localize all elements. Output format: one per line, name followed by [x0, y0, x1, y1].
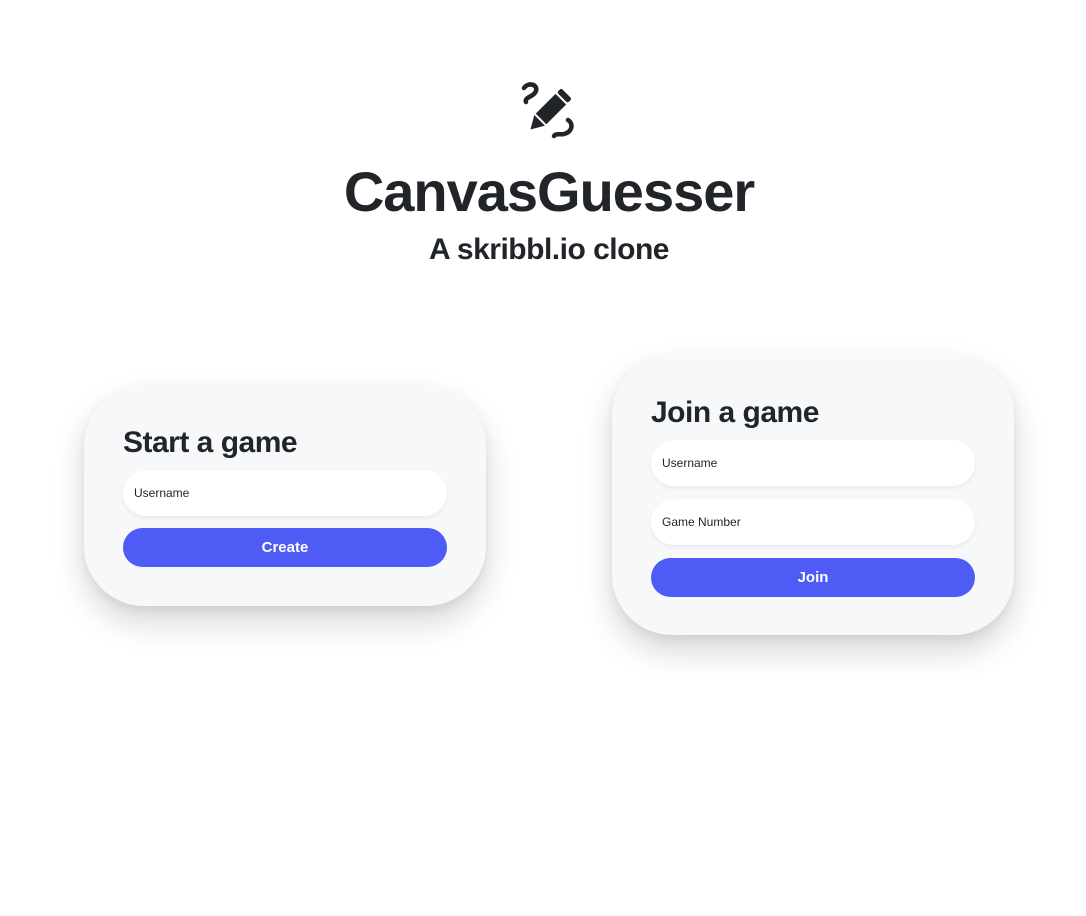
join-game-title: Join a game — [651, 396, 819, 429]
create-button[interactable]: Create — [123, 528, 447, 567]
start-username-input[interactable] — [123, 470, 447, 516]
game-number-input[interactable] — [651, 499, 975, 545]
start-game-card: Start a game Create — [84, 386, 486, 606]
app-subtitle: A skribbl.io clone — [429, 233, 669, 266]
join-game-card: Join a game Join — [612, 355, 1014, 635]
pencil-scribble-icon — [521, 82, 574, 139]
start-game-title: Start a game — [123, 426, 298, 459]
join-button[interactable]: Join — [651, 558, 975, 597]
app-title: CanvasGuesser — [343, 160, 755, 223]
join-username-input[interactable] — [651, 440, 975, 486]
